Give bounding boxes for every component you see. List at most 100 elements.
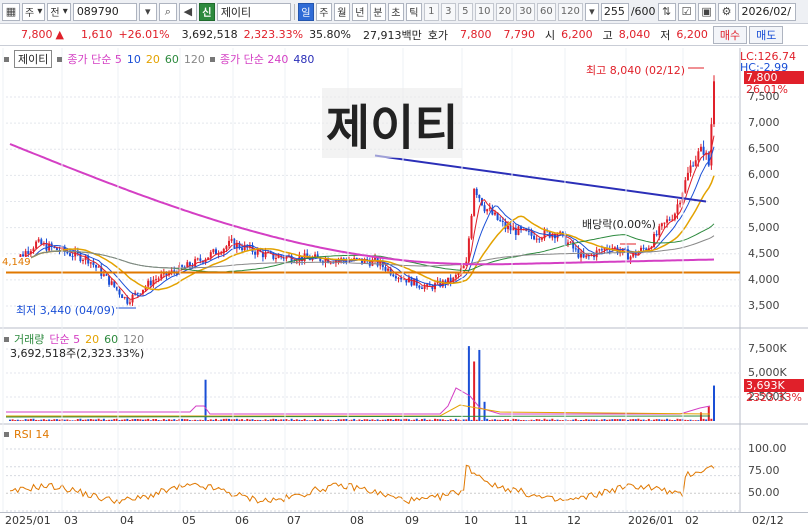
volume-bar [82,419,85,421]
volume-bar [496,419,499,421]
legend-ma20[interactable]: 20 [146,53,160,66]
volume-bar [379,420,382,421]
volume-bar [277,419,280,421]
legend-ma60[interactable]: 60 [165,53,179,66]
volume-bar [16,419,19,421]
volume-bar [298,419,301,421]
legend-handle-icon[interactable] [4,56,9,62]
legend-ma240-label[interactable]: 종가 단순 240 [220,51,288,67]
volume-bar [131,419,134,421]
volume-bar [121,419,124,421]
volume-bar [32,418,35,421]
volume-bar [397,418,400,421]
volume-bar [332,420,335,421]
volume-bar [366,419,369,421]
candle-body [642,247,645,249]
volume-bar [686,420,689,421]
legend-volume-ma20[interactable]: 20 [85,333,99,346]
candle-body [157,278,160,280]
legend-ma480[interactable]: 480 [293,53,314,66]
volume-bar [168,419,171,421]
legend-ma-label[interactable]: 종가 단순 5 [67,51,121,67]
volume-bar [248,419,251,421]
volume-bar [350,419,353,421]
volume-bar [95,419,98,421]
candle-body [400,277,403,280]
volume-bar [201,420,204,421]
volume-bar [217,420,220,421]
candle-body [420,287,423,289]
legend-handle-icon[interactable] [209,56,215,62]
candle-body [493,212,496,215]
legend-handle-icon[interactable] [57,56,63,62]
volume-bar [501,420,504,421]
candle-body [123,297,126,299]
legend-ma10[interactable]: 10 [127,53,141,66]
volume-bar [303,418,306,421]
volume-bar [619,419,622,421]
candle-body [697,151,700,161]
volume-bar [405,418,408,421]
volume-bar [22,420,25,421]
volume-bar [493,419,496,421]
candle-body [629,256,632,260]
legend-ma120[interactable]: 120 [184,53,205,66]
volume-bar [27,419,30,421]
rsi-tick-label: 75.00 [748,464,780,478]
date-axis-label: 2026/01 [628,514,674,527]
candle-body [488,208,491,210]
candle-body [212,249,215,253]
volume-bar [525,420,528,421]
volume-bar [410,420,413,421]
volume-bar [79,418,82,421]
volume-bar [139,419,142,421]
price-tick-label: 7,000 [748,116,780,130]
candle-body [199,258,202,261]
stock-chart[interactable] [0,0,808,529]
volume-bar [632,419,635,421]
volume-bar [58,419,61,421]
candle-body [501,220,504,222]
candle-body [574,248,577,250]
volume-bar [222,418,225,421]
legend-handle-icon[interactable] [4,432,9,437]
volume-bar [246,418,249,421]
volume-bar [228,418,231,421]
legend-volume-ma60[interactable]: 60 [104,333,118,346]
volume-bar [285,419,288,421]
volume-bar [123,419,126,421]
volume-bar [694,420,697,421]
volume-bar [141,419,144,421]
legend-rsi-name[interactable]: RSI 14 [14,428,49,441]
legend-stock-name[interactable]: 제이티 [14,50,53,68]
volume-bar [301,420,304,421]
volume-bar [37,420,40,421]
volume-bar [345,418,348,421]
volume-bar [629,419,632,421]
volume-bar [655,419,658,421]
volume-bar [144,419,147,421]
volume-bar [509,420,512,421]
volume-bar [491,419,494,421]
legend-volume-ma120[interactable]: 120 [123,333,144,346]
volume-bar [53,419,56,421]
volume-bar [118,420,121,421]
volume-bar [256,419,259,421]
volume-bar [692,420,695,421]
volume-bar [183,419,186,421]
volume-bar [595,419,598,421]
rsi-tick-label: 100.00 [748,442,787,455]
volume-bar [705,419,708,421]
volume-bar [428,419,431,421]
volume-bar [128,419,131,421]
volume-bar [611,419,614,421]
volume-bar [175,420,178,421]
volume-bar [533,420,536,421]
legend-handle-icon[interactable] [4,336,9,342]
ma240-line [9,143,715,266]
volume-bar [394,418,397,421]
volume-bar [447,420,450,421]
volume-bar [230,419,233,421]
volume-bar [374,420,377,421]
volume-bar [319,418,322,421]
